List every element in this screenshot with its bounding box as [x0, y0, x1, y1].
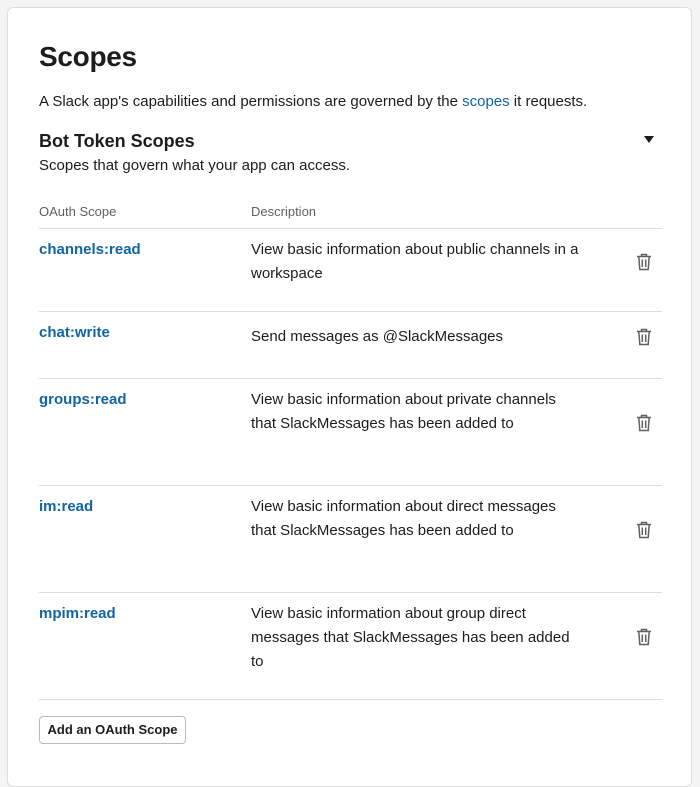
- column-header-scope: OAuth Scope: [39, 204, 117, 219]
- scope-name[interactable]: mpim:read: [39, 605, 116, 622]
- add-oauth-scope-button[interactable]: Add an OAuth Scope: [39, 716, 186, 744]
- section-title: Bot Token Scopes: [39, 131, 195, 151]
- section-subtitle: Scopes that govern what your app can acc…: [39, 157, 351, 174]
- scope-name[interactable]: im:read: [39, 498, 93, 515]
- caret-down-icon[interactable]: [644, 136, 654, 143]
- intro-text-after: it requests.: [509, 93, 588, 110]
- trash-icon[interactable]: [636, 327, 652, 347]
- table-row: chat:write Send messages as @SlackMessag…: [39, 311, 662, 378]
- scopes-table: channels:read View basic information abo…: [39, 228, 662, 700]
- scopes-link[interactable]: scopes: [462, 93, 510, 110]
- table-row: groups:read View basic information about…: [39, 378, 662, 485]
- scopes-card: Scopes A Slack app's capabilities and pe…: [7, 7, 692, 787]
- intro-text: A Slack app's capabilities and permissio…: [39, 93, 587, 110]
- scope-name[interactable]: channels:read: [39, 241, 141, 258]
- column-header-description: Description: [251, 204, 317, 219]
- table-row: channels:read View basic information abo…: [39, 228, 662, 311]
- trash-icon[interactable]: [636, 627, 652, 647]
- scope-description: Send messages as @SlackMessages: [251, 328, 504, 345]
- scope-name[interactable]: chat:write: [39, 324, 110, 341]
- table-row: im:read View basic information about dir…: [39, 485, 662, 592]
- scope-description: View basic information about public chan…: [251, 241, 579, 282]
- table-row: mpim:read View basic information about g…: [39, 592, 662, 700]
- scope-description: View basic information about group direc…: [251, 605, 570, 670]
- scope-name[interactable]: groups:read: [39, 391, 127, 408]
- page-title: Scopes: [39, 41, 137, 72]
- scope-description: View basic information about direct mess…: [251, 498, 556, 539]
- trash-icon[interactable]: [636, 520, 652, 540]
- scope-description: View basic information about private cha…: [251, 391, 556, 432]
- intro-text-before: A Slack app's capabilities and permissio…: [39, 93, 463, 110]
- trash-icon[interactable]: [636, 413, 652, 433]
- trash-icon[interactable]: [636, 252, 652, 272]
